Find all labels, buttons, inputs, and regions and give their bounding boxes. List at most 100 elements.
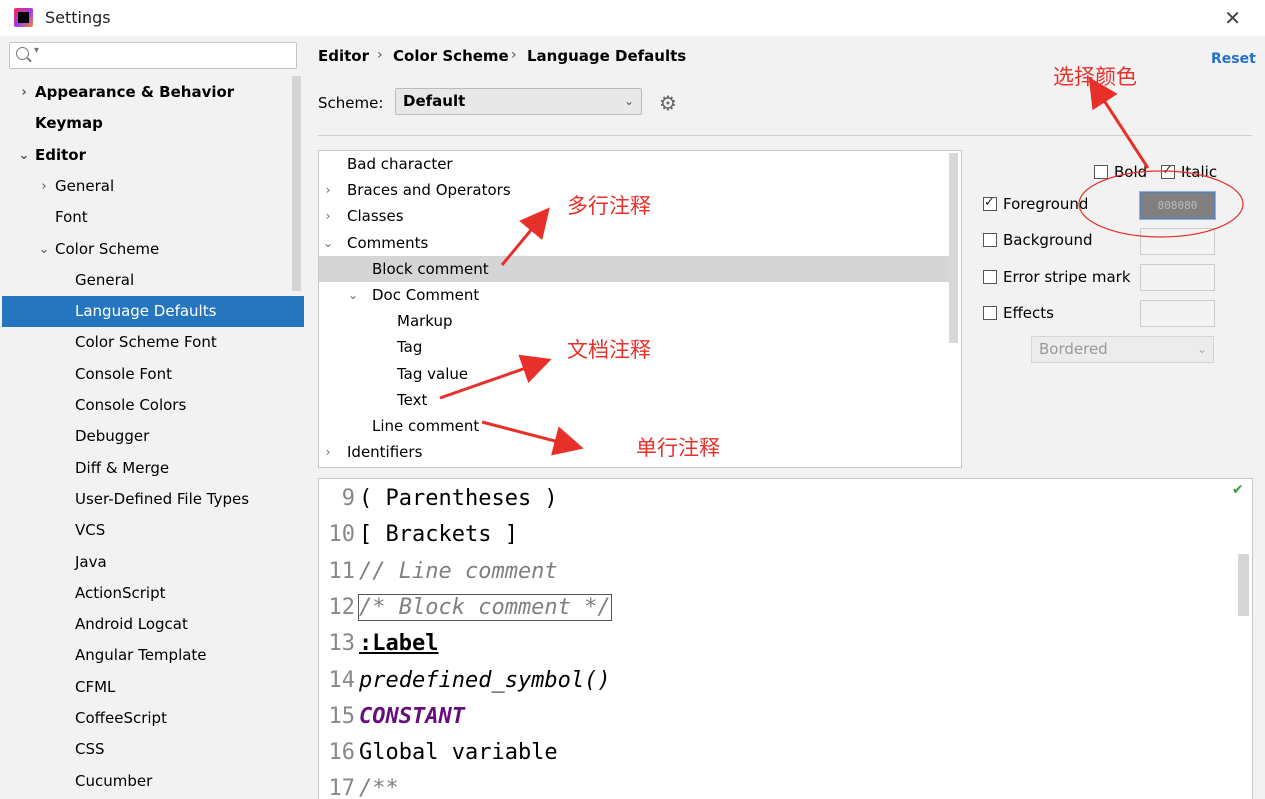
background-checkbox[interactable] xyxy=(983,233,997,247)
sidebar-item[interactable]: Console Colors xyxy=(2,390,304,421)
sidebar-item[interactable]: Java xyxy=(2,547,304,578)
sidebar-item-label: Java xyxy=(75,552,107,571)
sidebar-item[interactable]: CSS xyxy=(2,734,304,765)
sidebar-item-label: Appearance & Behavior xyxy=(35,83,235,101)
breadcrumb-language-defaults: Language Defaults xyxy=(527,47,687,65)
element-tree-label: Tag xyxy=(397,338,423,357)
sidebar-item-label: Font xyxy=(55,208,88,227)
bold-checkbox[interactable] xyxy=(1094,165,1108,179)
element-tree-label: Identifiers xyxy=(347,443,423,462)
chevron-right-icon[interactable]: › xyxy=(38,171,50,202)
breadcrumb-editor[interactable]: Editor xyxy=(318,47,369,65)
sidebar-item[interactable]: › General xyxy=(2,171,304,202)
element-tree-label: Markup xyxy=(397,312,453,331)
error-stripe-label: Error stripe mark xyxy=(1003,268,1131,286)
sidebar-item[interactable]: Angular Template xyxy=(2,640,304,671)
sidebar-item[interactable]: ⌄ Editor xyxy=(2,140,304,171)
element-tree-item[interactable]: › Identifiers xyxy=(319,439,949,465)
sidebar-item-label: Color Scheme Font xyxy=(75,333,217,352)
sidebar-item[interactable]: CoffeeScript xyxy=(2,703,304,734)
foreground-label: Foreground xyxy=(1003,195,1089,213)
reset-link[interactable]: Reset xyxy=(1211,51,1256,67)
breadcrumb-separator: › xyxy=(511,47,517,63)
sidebar-item[interactable]: Console Font xyxy=(2,359,304,390)
sidebar-item-label: Keymap xyxy=(35,114,103,133)
element-tree-item[interactable]: Markup xyxy=(319,308,949,334)
chevron-down-icon[interactable]: ⌄ xyxy=(322,230,334,256)
element-list-scrollbar[interactable] xyxy=(949,153,958,343)
foreground-color-swatch[interactable]: 808080 xyxy=(1140,192,1215,219)
chevron-down-icon[interactable]: ⌄ xyxy=(38,234,50,265)
background-color-swatch xyxy=(1140,228,1215,255)
sidebar-item-label: Language Defaults xyxy=(75,302,217,321)
sidebar-item[interactable]: Debugger xyxy=(2,421,304,452)
annotation-doc-comment: 文档注释 xyxy=(567,338,651,362)
sidebar-item[interactable]: Android Logcat xyxy=(2,609,304,640)
error-stripe-checkbox[interactable] xyxy=(983,270,997,284)
foreground-checkbox[interactable] xyxy=(983,195,997,211)
sidebar-item-label: User-Defined File Types xyxy=(75,489,250,508)
sidebar-item-label: CSS xyxy=(75,740,105,759)
chevron-right-icon[interactable]: › xyxy=(322,439,334,465)
code-preview[interactable]: 9( Parentheses ) 10[ Brackets ] 11// Line … xyxy=(318,478,1253,799)
sidebar-item[interactable]: VCS xyxy=(2,515,304,546)
search-input[interactable]: ▾ xyxy=(9,42,297,69)
double-check-icon: ✔ xyxy=(1232,482,1244,498)
annotation-select-color: 选择颜色 xyxy=(1053,65,1137,89)
sidebar-item[interactable]: Language Defaults xyxy=(2,296,304,328)
code-text: ( Parentheses ) xyxy=(359,486,558,511)
code-line: 12/* Block comment */ xyxy=(319,590,1219,626)
chevron-down-icon[interactable]: ⌄ xyxy=(347,282,359,308)
preview-scrollbar[interactable] xyxy=(1238,554,1249,616)
scheme-select[interactable]: Default ⌄ xyxy=(395,88,642,115)
line-number: 13 xyxy=(328,631,356,657)
effect-type-value: Bordered xyxy=(1039,340,1108,358)
sidebar-item[interactable]: Keymap xyxy=(2,108,304,139)
element-tree-item[interactable]: Block comment xyxy=(319,255,949,282)
sidebar-item[interactable]: CFML xyxy=(2,672,304,703)
sidebar-item-label: VCS xyxy=(75,521,106,540)
sidebar-item[interactable]: Cucumber xyxy=(2,766,304,797)
code-line: 16 Global variable xyxy=(319,735,1219,771)
scheme-value: Default xyxy=(403,92,466,110)
code-text: :Label xyxy=(359,631,439,657)
sidebar-item-label: Angular Template xyxy=(75,646,207,665)
error-stripe-color-swatch xyxy=(1140,264,1215,291)
line-number: 9 xyxy=(341,486,355,511)
element-tree-item[interactable]: Tag value xyxy=(319,361,949,387)
chevron-down-icon[interactable]: ⌄ xyxy=(18,140,30,171)
breadcrumb-color-scheme[interactable]: Color Scheme xyxy=(393,47,509,65)
sidebar-item[interactable]: Color Scheme Font xyxy=(2,327,304,358)
effects-checkbox[interactable] xyxy=(983,306,997,320)
element-tree-item[interactable]: ⌄ Comments xyxy=(319,230,949,256)
sidebar-item[interactable]: Diff & Merge xyxy=(2,453,304,484)
sidebar-scrollbar[interactable] xyxy=(292,76,301,291)
effects-label: Effects xyxy=(1003,304,1054,322)
annotation-multi-line-comment: 多行注释 xyxy=(567,194,651,218)
chevron-right-icon[interactable]: › xyxy=(322,203,334,229)
chevron-right-icon[interactable]: › xyxy=(18,77,30,108)
sidebar-item[interactable]: ActionScript xyxy=(2,578,304,609)
sidebar-item-label: CoffeeScript xyxy=(75,709,167,727)
sidebar-item[interactable]: General xyxy=(2,265,304,296)
element-tree-item[interactable]: ⌄ Doc Comment xyxy=(319,282,949,308)
gear-icon[interactable]: ⚙ xyxy=(659,91,677,115)
code-text: /** xyxy=(359,776,399,799)
italic-checkbox[interactable] xyxy=(1161,163,1175,179)
sidebar-item[interactable]: › Appearance & Behavior xyxy=(2,77,304,108)
element-tree-label: Line comment xyxy=(372,417,480,435)
element-tree-item[interactable]: Bad character xyxy=(319,151,949,177)
element-tree-label: Doc Comment xyxy=(372,286,480,304)
close-icon[interactable]: ✕ xyxy=(1224,6,1241,30)
search-dropdown-icon: ▾ xyxy=(34,45,40,56)
element-tree-item[interactable]: Text xyxy=(319,387,949,413)
sidebar-item-label: Debugger xyxy=(75,427,150,446)
chevron-right-icon[interactable]: › xyxy=(322,177,334,203)
element-tree-label: Braces and Operators xyxy=(347,181,511,200)
element-tree-item[interactable]: Line comment xyxy=(319,413,949,439)
sidebar-item[interactable]: User-Defined File Types xyxy=(2,484,304,515)
sidebar-item[interactable]: Font xyxy=(2,202,304,233)
effect-type-select: Bordered ⌄ xyxy=(1031,336,1214,363)
sidebar-item[interactable]: ⌄ Color Scheme xyxy=(2,234,304,265)
bold-label: Bold xyxy=(1114,163,1148,181)
